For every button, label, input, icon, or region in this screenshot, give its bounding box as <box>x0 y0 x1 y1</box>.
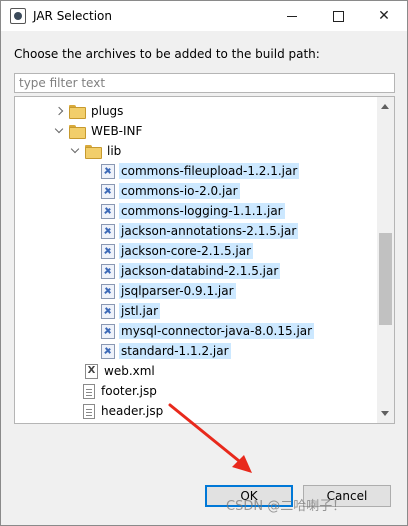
tree-item-label: standard-1.1.2.jar <box>119 343 231 359</box>
tree-item-label: jsqlparser-0.9.1.jar <box>119 283 236 299</box>
file-icon <box>83 383 95 399</box>
tree-folder-row[interactable]: plugs <box>53 101 125 121</box>
tree-item-label: WEB-INF <box>91 124 143 138</box>
maximize-button[interactable] <box>315 1 361 31</box>
folder-icon <box>69 104 86 119</box>
tree-file-row[interactable]: footer.jsp <box>83 381 159 401</box>
tree-item-label: header.jsp <box>101 404 164 418</box>
scroll-up-icon[interactable] <box>381 104 389 109</box>
tree-item-label: commons-logging-1.1.1.jar <box>119 203 285 219</box>
chevron-right-icon[interactable] <box>53 105 65 117</box>
tree-file-row[interactable]: header.jsp <box>83 401 165 421</box>
chevron-down-icon[interactable] <box>69 145 81 157</box>
prompt-label: Choose the archives to be added to the b… <box>14 47 320 61</box>
eclipse-icon <box>10 8 26 24</box>
jar-icon <box>101 283 115 299</box>
jar-icon <box>101 183 115 199</box>
jar-icon <box>101 203 115 219</box>
scroll-thumb[interactable] <box>379 233 392 325</box>
tree-file-row[interactable]: standard-1.1.2.jar <box>101 341 231 361</box>
tree-folder-row[interactable]: lib <box>69 141 123 161</box>
tree-file-row[interactable]: jstl.jar <box>101 301 161 321</box>
tree-item-label: commons-io-2.0.jar <box>119 183 240 199</box>
jar-icon <box>101 303 115 319</box>
tree-file-row[interactable]: jsqlparser-0.9.1.jar <box>101 281 236 301</box>
minimize-button[interactable] <box>269 1 315 31</box>
jar-icon <box>101 343 115 359</box>
folder-icon <box>85 144 102 159</box>
jar-icon <box>101 163 115 179</box>
xml-file-icon: X <box>85 363 98 379</box>
tree-item-label: jackson-core-2.1.5.jar <box>119 243 254 259</box>
watermark: CSDN @二哈喇子！ <box>226 499 346 514</box>
tree-file-row[interactable]: commons-io-2.0.jar <box>101 181 240 201</box>
tree-file-row[interactable]: mysql-connector-java-8.0.15.jar <box>101 321 315 341</box>
tree-item-label: jstl.jar <box>119 303 161 319</box>
tree-item-label: jackson-annotations-2.1.5.jar <box>119 223 299 239</box>
chevron-down-icon[interactable] <box>53 125 65 137</box>
jar-icon <box>101 263 115 279</box>
close-button[interactable]: ✕ <box>361 1 407 31</box>
archive-tree: plugs WEB-INF lib commons-fileupload-1.2.1.… <box>14 96 395 424</box>
tree-file-row[interactable]: Xweb.xml <box>85 361 157 381</box>
tree-item-label: web.xml <box>104 364 155 378</box>
jar-icon <box>101 223 115 239</box>
tree-file-row[interactable]: commons-logging-1.1.1.jar <box>101 201 285 221</box>
jar-icon <box>101 243 115 259</box>
tree-file-row[interactable]: jackson-annotations-2.1.5.jar <box>101 221 299 241</box>
filter-input[interactable] <box>14 73 395 93</box>
jar-icon <box>101 323 115 339</box>
window-title: JAR Selection <box>33 9 112 23</box>
file-icon <box>83 403 95 419</box>
tree-file-row[interactable]: jackson-core-2.1.5.jar <box>101 241 254 261</box>
vertical-scrollbar[interactable] <box>377 97 394 423</box>
title-bar: JAR Selection ✕ <box>1 1 407 31</box>
tree-file-row[interactable]: jackson-databind-2.1.5.jar <box>101 261 281 281</box>
tree-item-label: plugs <box>91 104 124 118</box>
tree-item-label: commons-fileupload-1.2.1.jar <box>119 163 300 179</box>
tree-item-label: jackson-databind-2.1.5.jar <box>119 263 281 279</box>
scroll-down-icon[interactable] <box>381 411 389 416</box>
jar-selection-dialog: JAR Selection ✕ Choose the archives to b… <box>0 0 408 526</box>
folder-icon <box>69 124 86 139</box>
tree-item-label: mysql-connector-java-8.0.15.jar <box>119 323 315 339</box>
tree-item-label: footer.jsp <box>101 384 157 398</box>
tree-file-row[interactable]: commons-fileupload-1.2.1.jar <box>101 161 300 181</box>
tree-item-label: lib <box>107 144 122 158</box>
tree-folder-row[interactable]: WEB-INF <box>53 121 144 141</box>
